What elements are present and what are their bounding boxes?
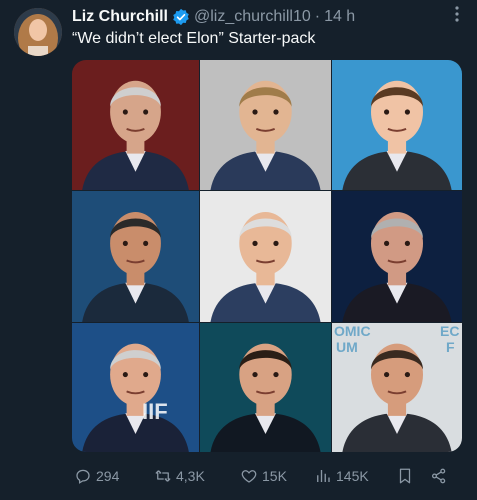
tweet-text: “We didn’t elect Elon” Starter-pack bbox=[72, 30, 316, 47]
author-handle[interactable]: @liz_churchill10 bbox=[194, 8, 311, 26]
tweet-actions: 294 4,3K 15K 145K bbox=[72, 466, 457, 486]
media-photo-8[interactable] bbox=[200, 323, 331, 452]
author-avatar[interactable] bbox=[14, 8, 62, 56]
header-separator: · bbox=[314, 8, 321, 25]
media-photo-4[interactable] bbox=[72, 191, 199, 322]
media-photo-2[interactable] bbox=[200, 60, 331, 190]
like-count: 15K bbox=[262, 468, 287, 484]
share-button[interactable] bbox=[430, 467, 448, 485]
repost-button[interactable]: 4,3K bbox=[154, 467, 205, 485]
media-photo-7[interactable]: IIF bbox=[72, 323, 199, 452]
views-chart-icon bbox=[317, 470, 330, 482]
media-grid[interactable]: IIF OMIC UM EC F bbox=[72, 60, 462, 452]
photo-overlay-text: UM bbox=[336, 339, 358, 355]
bookmark-button[interactable] bbox=[396, 467, 414, 485]
photo-overlay-text: OMIC bbox=[334, 323, 371, 339]
heart-icon bbox=[241, 470, 257, 483]
tweet-timestamp[interactable]: 14 h bbox=[324, 8, 355, 26]
photo-overlay-text: F bbox=[446, 339, 455, 355]
media-photo-9[interactable]: OMIC UM EC F bbox=[332, 323, 462, 452]
photo-overlay-text: EC bbox=[440, 323, 460, 339]
more-options-icon[interactable] bbox=[455, 6, 459, 27]
repost-count: 4,3K bbox=[176, 468, 205, 484]
bookmark-icon bbox=[399, 468, 411, 484]
reply-icon bbox=[76, 469, 90, 484]
media-photo-5[interactable] bbox=[200, 191, 331, 322]
repost-icon bbox=[155, 470, 171, 482]
views-button[interactable]: 145K bbox=[314, 467, 369, 485]
verified-badge-icon bbox=[172, 8, 190, 26]
photo-overlay-text: IIF bbox=[142, 399, 168, 424]
share-icon bbox=[431, 468, 446, 484]
reply-count: 294 bbox=[96, 468, 120, 484]
views-count: 145K bbox=[336, 468, 369, 484]
media-photo-6[interactable] bbox=[332, 191, 462, 322]
author-name[interactable]: Liz Churchill bbox=[72, 8, 168, 26]
media-photo-1[interactable] bbox=[72, 60, 199, 190]
media-photo-3[interactable] bbox=[332, 60, 462, 190]
reply-button[interactable]: 294 bbox=[74, 467, 119, 485]
tweet-header: Liz Churchill @liz_churchill10 · 14 h bbox=[72, 6, 457, 28]
like-button[interactable]: 15K bbox=[240, 467, 287, 485]
